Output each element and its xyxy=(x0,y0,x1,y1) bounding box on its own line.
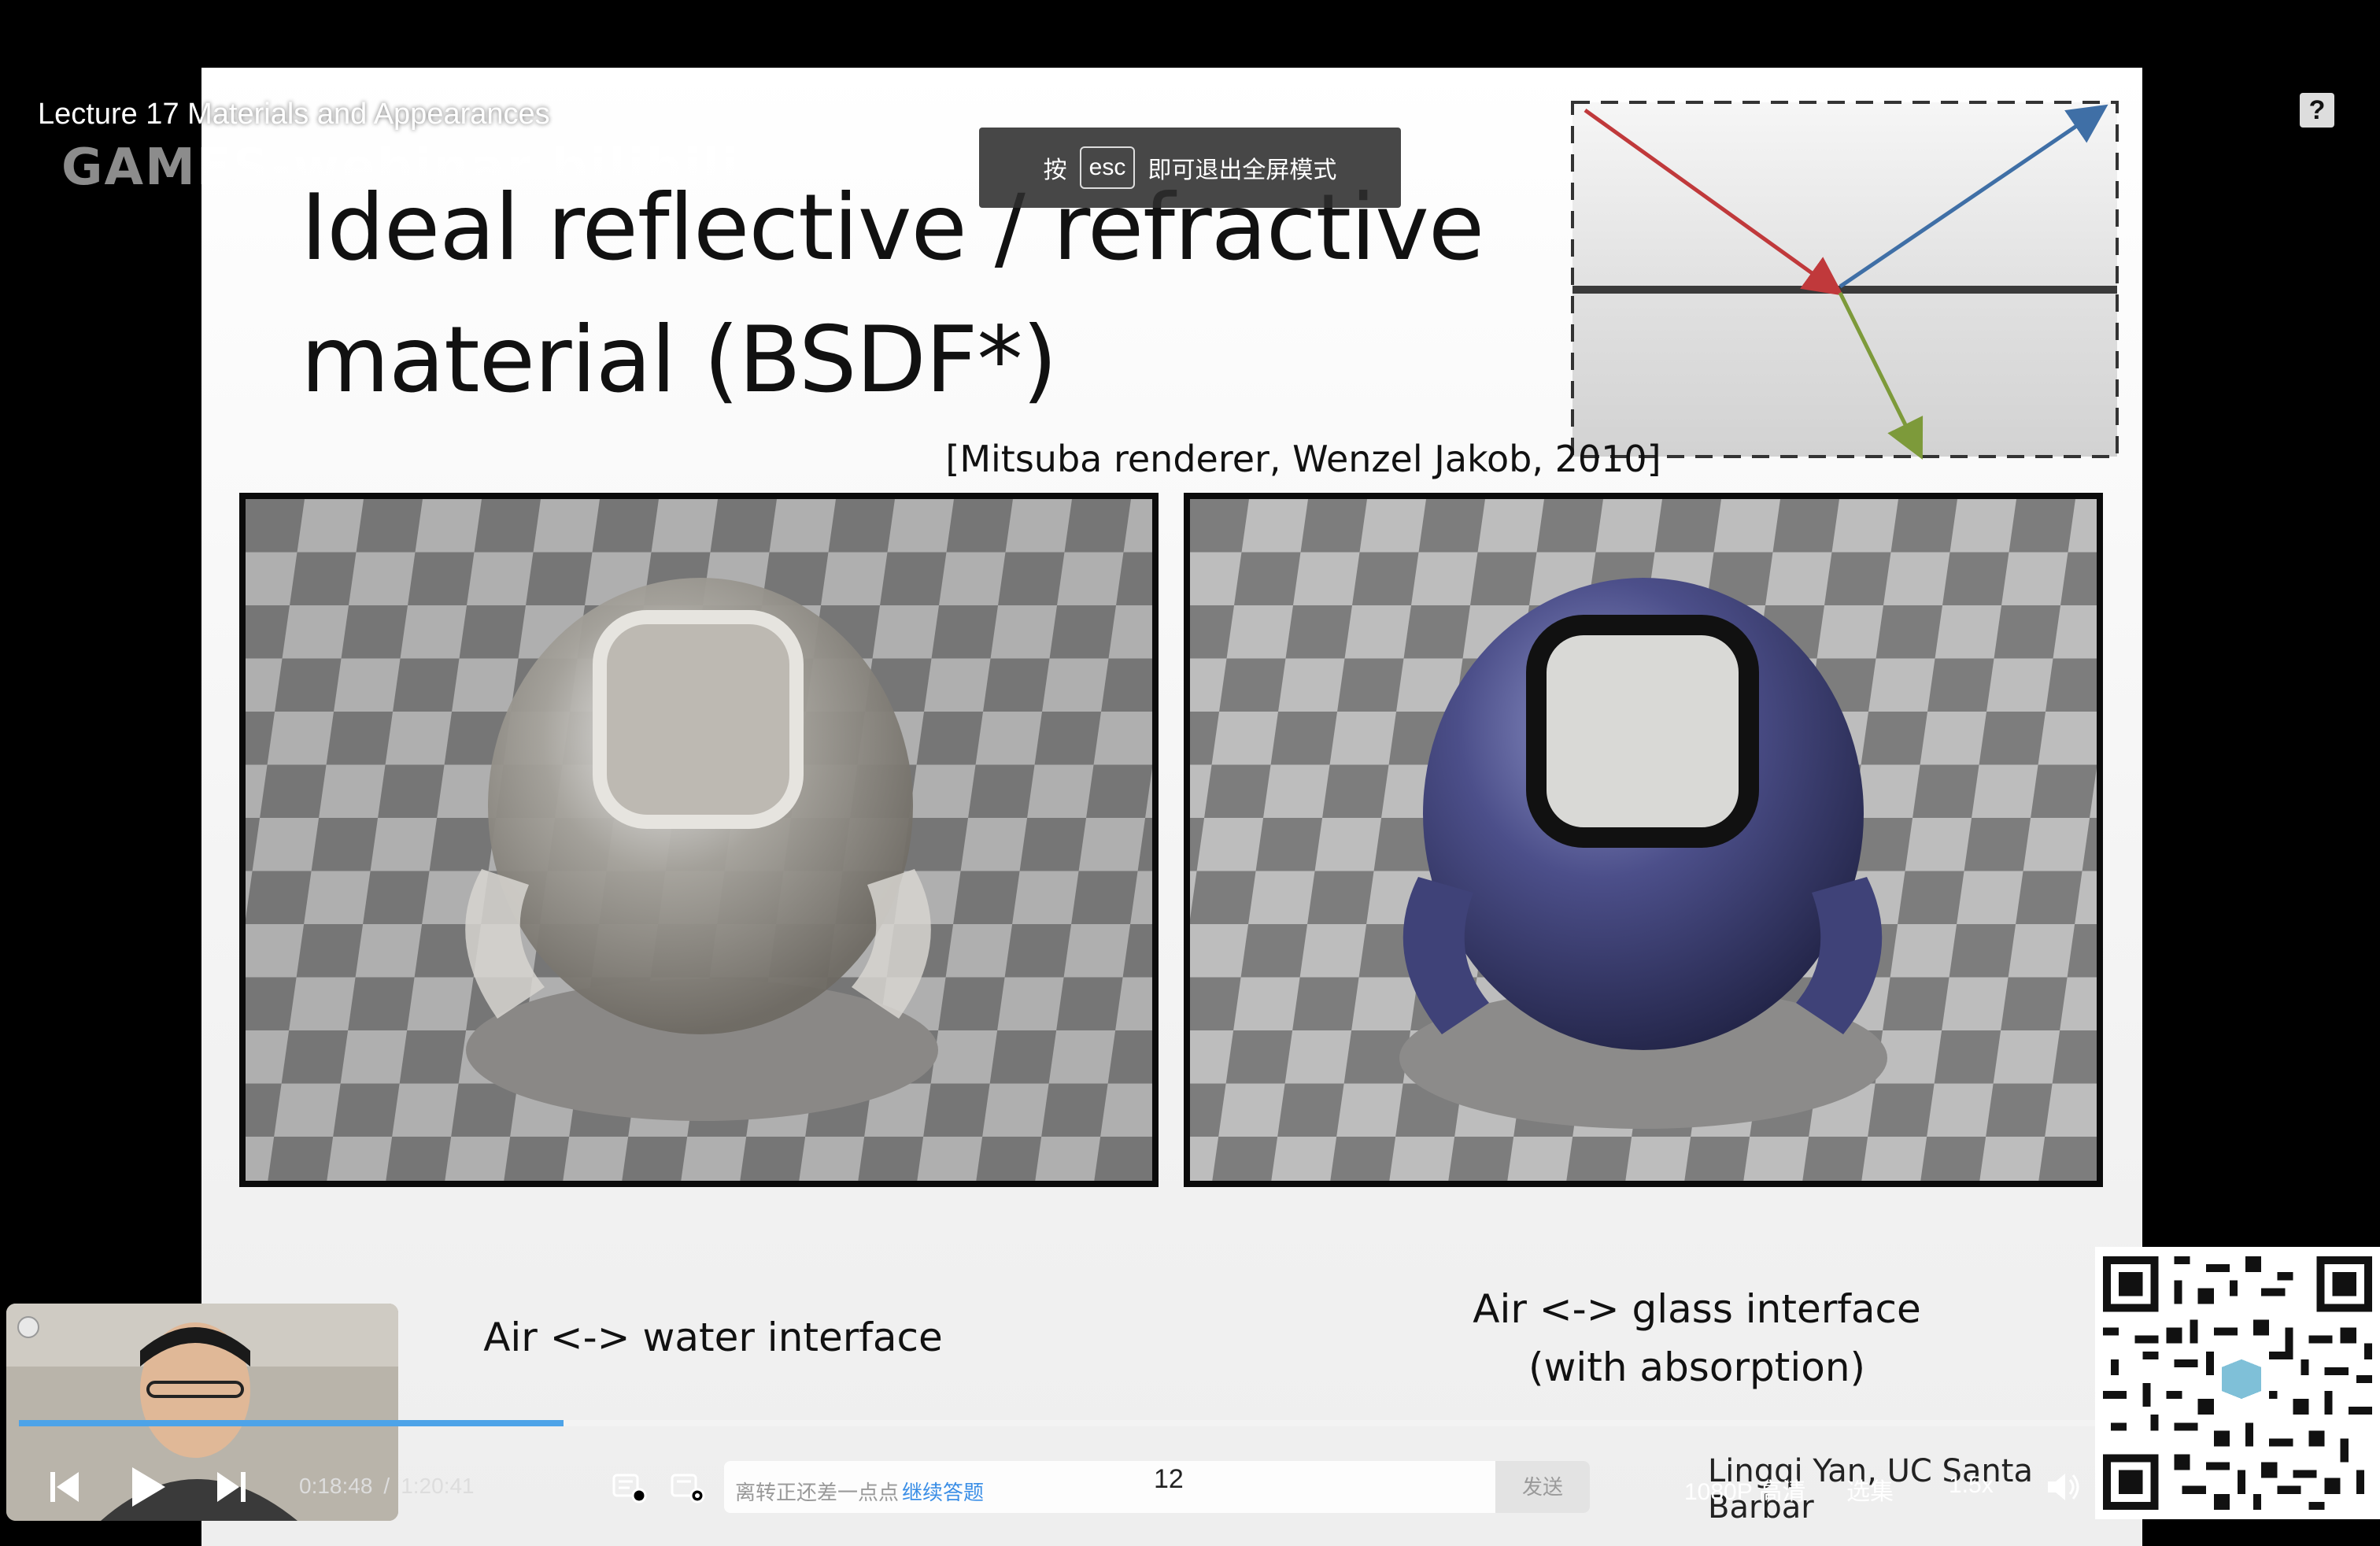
lecture-slide: Ideal reflective / refractive material (… xyxy=(201,68,2142,1546)
volume-button[interactable] xyxy=(2043,1467,2082,1507)
play-button[interactable] xyxy=(126,1464,168,1510)
channel-watermark: GAMES-webinar bilibili xyxy=(61,139,741,197)
continue-quiz-link[interactable]: 继续答题 xyxy=(902,1481,984,1504)
help-icon[interactable]: ? xyxy=(2300,93,2334,128)
skip-next-button[interactable] xyxy=(214,1467,249,1507)
slide-title-line-2: material (BSDF*) xyxy=(301,307,1058,413)
esc-tip-prefix: 按 xyxy=(1043,157,1067,183)
play-icon xyxy=(132,1467,165,1507)
esc-tip-suffix: 即可退出全屏模式 xyxy=(1148,157,1337,183)
current-time: 0:18:48 xyxy=(299,1474,373,1498)
qr-code-image xyxy=(2095,1248,2380,1518)
skip-previous-button[interactable] xyxy=(47,1467,82,1507)
caption-glass: Air <-> glass interface (with absorption… xyxy=(1303,1280,2090,1396)
episodes-button[interactable]: 选集 xyxy=(1846,1472,1894,1507)
time-separator: / xyxy=(383,1474,390,1498)
danmaku-count: 12 xyxy=(1154,1464,1184,1494)
volume-icon xyxy=(2048,1474,2079,1500)
quality-selector[interactable]: 1080P 高清 xyxy=(1684,1472,1806,1507)
danmaku-settings-button[interactable] xyxy=(669,1469,705,1505)
skip-next-icon xyxy=(217,1472,246,1502)
skip-previous-icon xyxy=(50,1472,79,1502)
esc-key: esc xyxy=(1079,146,1136,189)
danmaku-toggle-button[interactable] xyxy=(611,1469,647,1505)
slide-citation: [Mitsuba renderer, Wenzel Jakob, 2010] xyxy=(945,438,1661,480)
danmaku-input-hint: 离转正还差一点点 继续答题 xyxy=(735,1477,984,1506)
water-interface-render xyxy=(239,493,1159,1187)
caption-glass-line-1: Air <-> glass interface xyxy=(1473,1286,1921,1332)
glass-interface-render xyxy=(1184,493,2103,1187)
danmaku-toggle-icon xyxy=(612,1474,647,1503)
playback-time: 0:18:48 / 1:20:41 xyxy=(299,1474,475,1499)
playback-speed[interactable]: 1.5x xyxy=(1949,1472,1994,1499)
webcam-indicator xyxy=(17,1316,39,1338)
danmaku-hint-text: 离转正还差一点点 xyxy=(735,1481,900,1504)
caption-glass-line-2: (with absorption) xyxy=(1528,1344,1866,1390)
danmaku-settings-icon xyxy=(671,1474,705,1503)
exit-fullscreen-tip: 按 esc 即可退出全屏模式 xyxy=(979,128,1401,208)
progress-played xyxy=(19,1420,564,1426)
qr-code xyxy=(2095,1247,2380,1519)
duration: 1:20:41 xyxy=(401,1474,475,1498)
reflection-refraction-diagram xyxy=(1571,101,2119,460)
video-title: Lecture 17 Materials and Appearances xyxy=(38,98,550,131)
send-danmaku-button[interactable]: 发送 xyxy=(1495,1461,1590,1513)
caption-water: Air <-> water interface xyxy=(483,1315,943,1360)
